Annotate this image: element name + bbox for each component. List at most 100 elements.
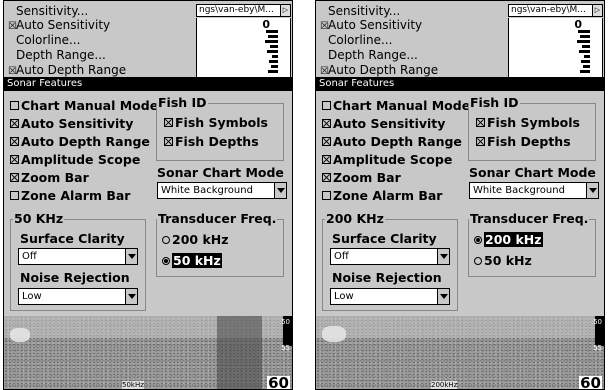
auto-sensitivity-checkbox[interactable]: Auto Sensitivity: [10, 115, 133, 132]
menu-item-sensitivity[interactable]: Sensitivity...: [320, 4, 400, 19]
sonar-chart-mode-select[interactable]: White Background: [469, 182, 599, 199]
checkmark-icon: ☒: [320, 21, 329, 32]
menu-item-depth-range[interactable]: Depth Range...: [320, 48, 418, 63]
depth-bottom-label: 60: [267, 374, 290, 390]
frequency-group-label: 50 KHz: [13, 211, 65, 226]
frequency-tag: 200kHz: [431, 381, 458, 389]
surface-clarity-select[interactable]: Off: [330, 248, 450, 265]
fish-symbols-checkbox[interactable]: Fish Symbols: [164, 114, 268, 131]
chevron-down-icon[interactable]: [125, 289, 137, 304]
dialog-title: Sonar Features: [4, 77, 292, 91]
path-tab[interactable]: ngs\van-eby\M... ▷: [196, 4, 291, 17]
zone-alarm-bar-checkbox[interactable]: Zone Alarm Bar: [10, 187, 130, 204]
sonar-chart-mode-label: Sonar Chart Mode: [469, 165, 596, 180]
radio-50khz[interactable]: 50 kHz: [162, 252, 222, 269]
auto-depth-range-checkbox[interactable]: Auto Depth Range: [10, 133, 150, 150]
sonar-menu: Sensitivity... ☒Auto Sensitivity Colorli…: [316, 1, 604, 79]
checkbox-checked-icon: [322, 119, 331, 128]
radio-200khz[interactable]: 200 kHz: [474, 231, 543, 248]
fish-id-label: Fish ID: [469, 95, 520, 110]
fish-id-label: Fish ID: [157, 95, 208, 110]
sonar-chart: 50 55 200kHz 60: [316, 316, 604, 390]
noise-rejection-label: Noise Rejection: [332, 270, 442, 285]
depth-bottom-label: 60: [579, 374, 602, 390]
amplitude-bars: [264, 30, 278, 78]
chart-manual-mode-checkbox[interactable]: Chart Manual Mode: [10, 97, 158, 114]
surface-clarity-label: Surface Clarity: [332, 231, 437, 246]
surface-clarity-select[interactable]: Off: [18, 248, 138, 265]
checkbox-checked-icon: [322, 137, 331, 146]
checkbox-icon: [10, 191, 19, 200]
radio-selected-icon: [162, 257, 170, 265]
sonar-chart-mode-label: Sonar Chart Mode: [157, 165, 284, 180]
menu-item-auto-sensitivity[interactable]: ☒Auto Sensitivity: [320, 18, 422, 33]
fish-arch: [10, 328, 30, 342]
fish-symbols-checkbox[interactable]: Fish Symbols: [476, 114, 580, 131]
mini-sonar-preview: 0: [508, 18, 603, 79]
auto-sensitivity-checkbox[interactable]: Auto Sensitivity: [322, 115, 445, 132]
arrow-right-icon[interactable]: ▷: [592, 5, 602, 16]
menu-item-auto-depth-range[interactable]: ☒Auto Depth Range: [320, 63, 438, 78]
auto-depth-range-checkbox[interactable]: Auto Depth Range: [322, 133, 462, 150]
noise-rejection-select[interactable]: Low: [18, 288, 138, 305]
amplitude-scope-checkbox[interactable]: Amplitude Scope: [322, 151, 452, 168]
chevron-down-icon[interactable]: [586, 183, 598, 198]
mini-sonar-preview: 0: [196, 18, 291, 79]
amplitude-bars: [576, 30, 590, 78]
noise-rejection-label: Noise Rejection: [20, 270, 130, 285]
checkbox-checked-icon: [476, 137, 485, 146]
sonar-features-dialog: Chart Manual Mode Auto Sensitivity Auto …: [4, 91, 292, 316]
chevron-down-icon[interactable]: [437, 249, 449, 264]
sonar-screen-right: Sensitivity... ☒Auto Sensitivity Colorli…: [315, 0, 605, 390]
radio-icon: [474, 257, 482, 265]
checkbox-checked-icon: [164, 137, 173, 146]
zone-alarm-bar-checkbox[interactable]: Zone Alarm Bar: [322, 187, 442, 204]
checkbox-checked-icon: [322, 155, 331, 164]
menu-item-auto-depth-range[interactable]: ☒Auto Depth Range: [8, 63, 126, 78]
chart-manual-mode-checkbox[interactable]: Chart Manual Mode: [322, 97, 470, 114]
checkbox-checked-icon: [10, 119, 19, 128]
checkbox-checked-icon: [476, 118, 485, 127]
sonar-chart: 50 55 50kHz 60: [4, 316, 292, 390]
menu-item-depth-range[interactable]: Depth Range...: [8, 48, 106, 63]
checkbox-icon: [322, 101, 331, 110]
menu-item-sensitivity[interactable]: Sensitivity...: [8, 4, 88, 19]
checkbox-checked-icon: [10, 155, 19, 164]
menu-item-colorline[interactable]: Colorline...: [8, 33, 80, 48]
sonar-menu: Sensitivity... ☒Auto Sensitivity Colorli…: [4, 1, 292, 79]
radio-50khz[interactable]: 50 kHz: [474, 252, 532, 269]
radio-icon: [162, 236, 170, 244]
noise-rejection-select[interactable]: Low: [330, 288, 450, 305]
radio-selected-icon: [474, 236, 482, 244]
fish-id-group: [156, 103, 284, 161]
fish-id-group: [468, 103, 596, 161]
frequency-group-label: 200 KHz: [325, 211, 385, 226]
transducer-freq-label: Transducer Freq.: [469, 211, 590, 226]
fish-depths-checkbox[interactable]: Fish Depths: [164, 133, 259, 150]
zoom-bar-checkbox[interactable]: Zoom Bar: [10, 169, 89, 186]
dialog-title: Sonar Features: [316, 77, 604, 91]
chevron-down-icon[interactable]: [437, 289, 449, 304]
checkbox-checked-icon: [164, 118, 173, 127]
amplitude-scope-checkbox[interactable]: Amplitude Scope: [10, 151, 140, 168]
sonar-chart-mode-select[interactable]: White Background: [157, 182, 287, 199]
checkbox-checked-icon: [322, 173, 331, 182]
fish-depths-checkbox[interactable]: Fish Depths: [476, 133, 571, 150]
transducer-freq-label: Transducer Freq.: [157, 211, 278, 226]
checkbox-checked-icon: [10, 173, 19, 182]
arrow-right-icon[interactable]: ▷: [280, 5, 290, 16]
sonar-features-dialog: Chart Manual Mode Auto Sensitivity Auto …: [316, 91, 604, 316]
radio-200khz[interactable]: 200 kHz: [162, 231, 229, 248]
chevron-down-icon[interactable]: [274, 183, 286, 198]
chevron-down-icon[interactable]: [125, 249, 137, 264]
checkmark-icon: ☒: [8, 21, 17, 32]
zoom-bar-checkbox[interactable]: Zoom Bar: [322, 169, 401, 186]
checkbox-checked-icon: [10, 137, 19, 146]
menu-item-colorline[interactable]: Colorline...: [320, 33, 392, 48]
menu-item-auto-sensitivity[interactable]: ☒Auto Sensitivity: [8, 18, 110, 33]
surface-clarity-label: Surface Clarity: [20, 231, 125, 246]
frequency-tag: 50kHz: [122, 381, 144, 389]
checkbox-icon: [10, 101, 19, 110]
path-tab[interactable]: ngs\van-eby\M... ▷: [508, 4, 603, 17]
zoom-bar: [217, 316, 262, 389]
